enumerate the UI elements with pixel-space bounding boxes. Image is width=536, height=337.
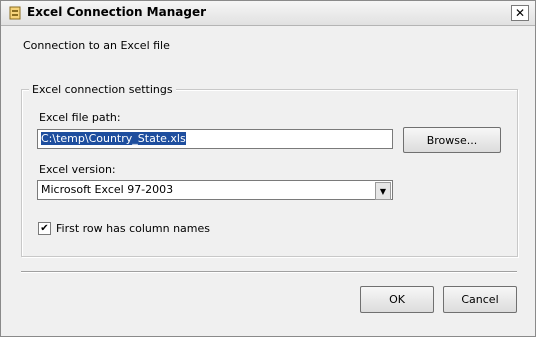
window-title: Excel Connection Manager — [27, 5, 207, 19]
excel-version-selected: Microsoft Excel 97-2003 — [41, 183, 174, 196]
title-bar[interactable]: Excel Connection Manager ✕ — [1, 1, 535, 26]
excel-file-path-input[interactable]: C:\temp\Country_State.xls — [37, 129, 393, 149]
excel-connection-icon — [9, 6, 21, 20]
excel-version-select[interactable]: Microsoft Excel 97-2003 ▼ — [37, 180, 393, 200]
selected-file-path-text: C:\temp\Country_State.xls — [41, 132, 186, 145]
chevron-down-icon[interactable]: ▼ — [375, 182, 391, 200]
dialog-subtitle: Connection to an Excel file — [23, 39, 170, 52]
cancel-button[interactable]: Cancel — [443, 286, 517, 313]
browse-button[interactable]: Browse... — [403, 127, 501, 153]
excel-file-path-label: Excel file path: — [39, 111, 121, 124]
excel-version-label: Excel version: — [39, 163, 116, 176]
footer-separator — [21, 271, 517, 273]
dialog-window: Excel Connection Manager ✕ Connection to… — [0, 0, 536, 337]
close-icon[interactable]: ✕ — [511, 5, 529, 21]
first-row-column-names-checkbox[interactable]: ✔ — [38, 222, 51, 235]
ok-button[interactable]: OK — [360, 286, 434, 313]
first-row-column-names-label: First row has column names — [56, 222, 211, 235]
group-title: Excel connection settings — [29, 83, 176, 96]
